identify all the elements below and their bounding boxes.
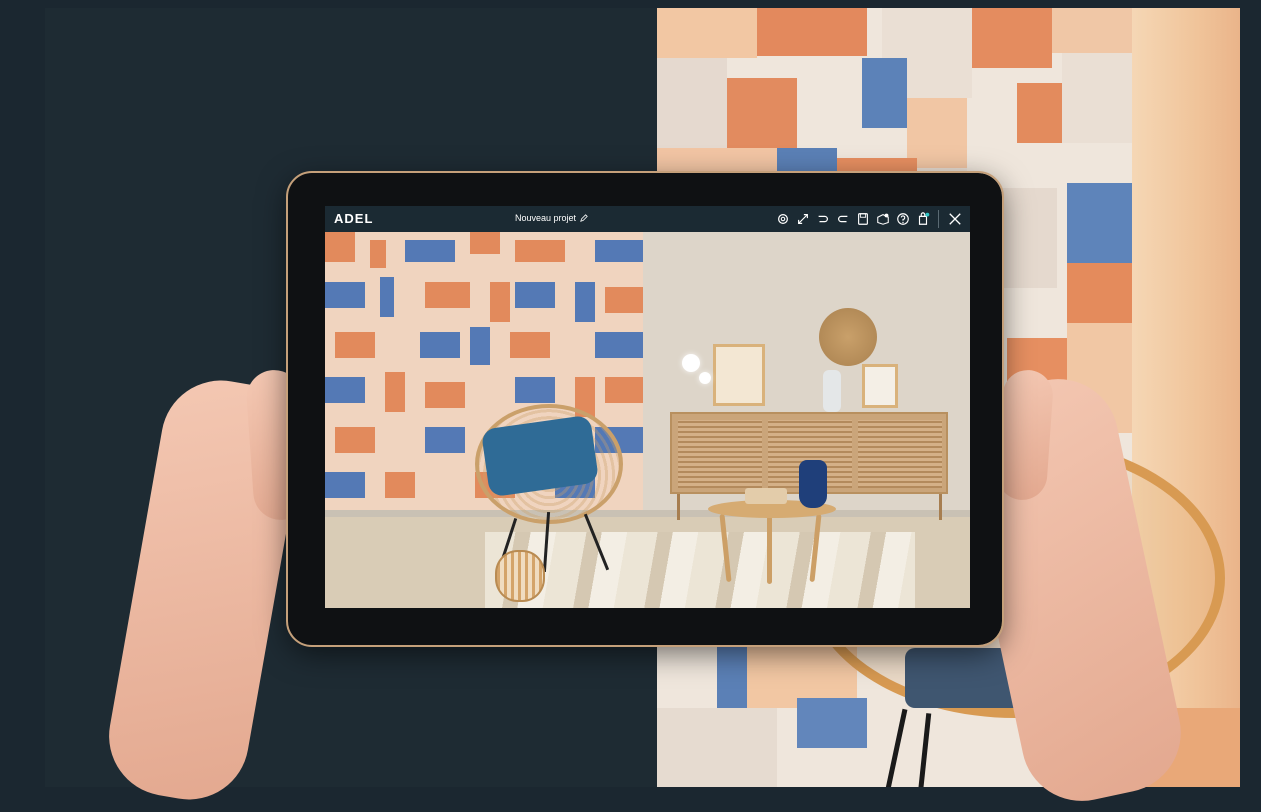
edit-pencil-icon[interactable] xyxy=(580,214,588,222)
striped-rug[interactable] xyxy=(485,532,915,608)
globe-lamp[interactable] xyxy=(682,354,700,372)
tablet: ADEL Nouveau projet xyxy=(286,171,1004,647)
toolbar-divider xyxy=(938,210,939,228)
sideboard-door xyxy=(678,420,762,488)
app-screen: ADEL Nouveau projet xyxy=(325,206,970,608)
sideboard-leg xyxy=(939,494,942,520)
help-icon[interactable] xyxy=(895,211,911,227)
fullscreen-icon[interactable] xyxy=(795,211,811,227)
wall-frame-abstract[interactable] xyxy=(862,364,898,408)
sideboard-leg xyxy=(677,494,680,520)
wall-frame-line-art[interactable] xyxy=(713,344,765,406)
project-title[interactable]: Nouveau projet xyxy=(515,213,588,223)
blue-pitcher[interactable] xyxy=(799,460,827,508)
undo-icon[interactable] xyxy=(815,211,831,227)
close-icon[interactable] xyxy=(946,210,964,228)
room-3d-view[interactable] xyxy=(325,232,970,608)
save-icon[interactable] xyxy=(855,211,871,227)
table-leg xyxy=(767,516,772,584)
wicker-fan-decor[interactable] xyxy=(819,308,877,366)
right-thumb xyxy=(995,368,1055,502)
rattan-lantern[interactable] xyxy=(495,550,545,602)
globe-lamp-small[interactable] xyxy=(699,372,711,384)
app-toolbar: ADEL Nouveau projet xyxy=(325,206,970,232)
settings-icon[interactable] xyxy=(775,211,791,227)
sideboard-door xyxy=(858,420,942,488)
toolbar-actions xyxy=(775,209,964,229)
glass-vase[interactable] xyxy=(823,370,841,412)
app-logo: ADEL xyxy=(334,211,374,226)
redo-icon[interactable] xyxy=(835,211,851,227)
catalog-icon[interactable] xyxy=(875,211,891,227)
decor-box[interactable] xyxy=(745,488,787,504)
project-title-label: Nouveau projet xyxy=(515,213,577,223)
cart-icon[interactable] xyxy=(915,211,931,227)
